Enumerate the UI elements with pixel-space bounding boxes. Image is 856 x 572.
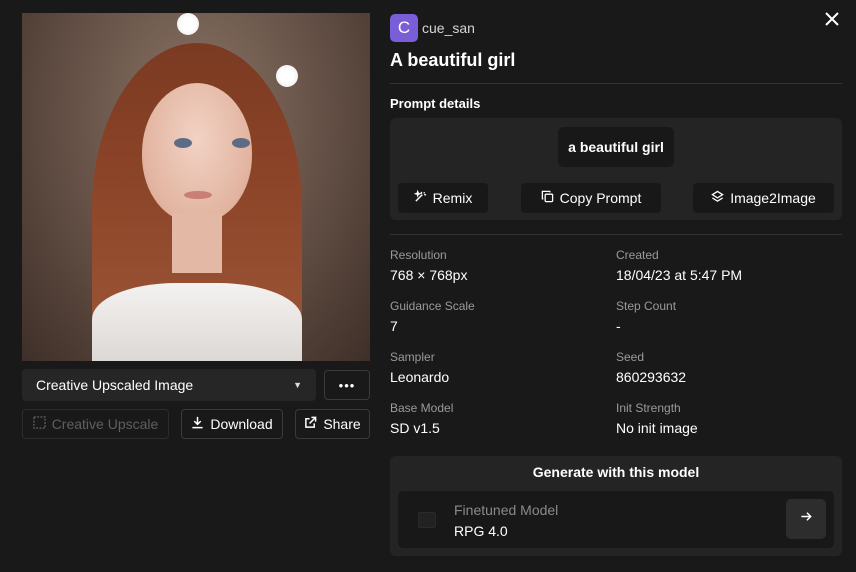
layers-icon [711,190,725,206]
model-name: RPG 4.0 [454,523,508,539]
download-label: Download [210,416,273,432]
remix-button[interactable]: Remix [398,183,488,213]
created-value: 18/04/23 at 5:47 PM [616,267,743,283]
download-icon [191,416,204,432]
image-face [142,83,252,223]
image-neck [172,213,222,273]
arrow-right-icon [800,510,813,528]
image2image-button[interactable]: Image2Image [693,183,834,213]
model-type-label: Finetuned Model [454,502,559,518]
image-variant-select-value: Creative Upscaled Image [36,377,194,393]
copy-icon [541,190,554,206]
base-model-label: Base Model [390,401,454,415]
image-flower [276,65,298,87]
image-flower [177,13,199,35]
prompt-details-heading: Prompt details [390,96,481,111]
init-strength-value: No init image [616,420,698,436]
generate-heading: Generate with this model [532,464,700,480]
image-eye-left [174,138,192,148]
copy-prompt-button[interactable]: Copy Prompt [521,183,661,213]
more-options-label: ••• [338,377,356,393]
image-dress [92,283,302,361]
image2image-label: Image2Image [730,190,816,206]
creative-upscale-button[interactable]: Creative Upscale [22,409,169,439]
copy-prompt-label: Copy Prompt [559,190,642,206]
resolution-value: 768 × 768px [390,267,468,283]
chevron-down-icon: ▼ [293,380,302,390]
divider [390,234,842,235]
created-label: Created [616,248,659,262]
more-options-button[interactable]: ••• [324,370,370,400]
share-icon [304,416,317,432]
model-card[interactable] [398,491,834,548]
seed-value: 860293632 [616,369,687,385]
image-lips [184,191,212,199]
image-variant-select[interactable]: Creative Upscaled Image ▼ [22,369,316,401]
prompt-text: a beautiful girl [558,127,674,167]
generate-with-model-button[interactable] [786,499,826,539]
share-label: Share [323,416,361,432]
model-thumbnail [418,512,436,528]
guidance-scale-label: Guidance Scale [390,299,475,313]
remix-label: Remix [432,190,473,206]
magic-wand-icon [413,189,427,206]
sampler-label: Sampler [390,350,435,364]
page-title: A beautiful girl [390,50,516,70]
init-strength-label: Init Strength [616,401,681,415]
divider [390,83,842,84]
step-count-value: - [616,318,621,334]
guidance-scale-value: 7 [390,318,398,334]
username-link[interactable]: cue_san [422,20,475,36]
generated-image[interactable] [22,13,370,361]
step-count-label: Step Count [616,299,677,313]
download-button[interactable]: Download [181,409,283,439]
upscale-icon [32,416,46,432]
sampler-value: Leonardo [390,369,450,385]
seed-label: Seed [616,350,645,364]
avatar-letter: C [397,18,411,37]
share-button[interactable]: Share [295,409,370,439]
base-model-value: SD v1.5 [390,420,440,436]
creative-upscale-label: Creative Upscale [51,416,159,432]
close-icon[interactable] [822,9,842,29]
resolution-label: Resolution [390,248,447,262]
image-eye-right [232,138,250,148]
avatar[interactable]: C [390,14,418,42]
